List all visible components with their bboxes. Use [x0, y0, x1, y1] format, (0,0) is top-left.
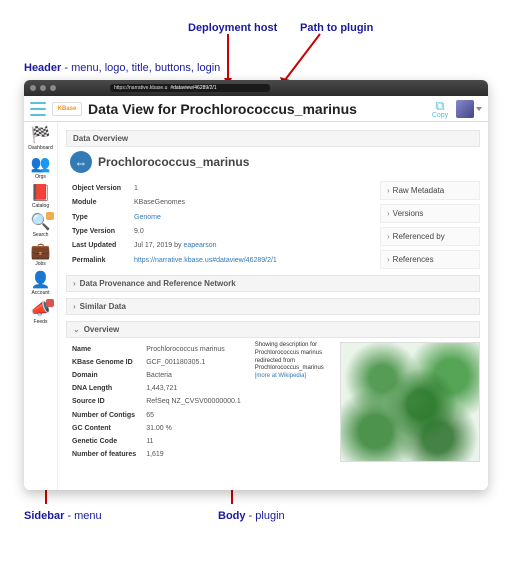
table-row: TypeGenome — [68, 212, 372, 224]
chevron-right-icon: › — [73, 279, 76, 288]
chevron-right-icon: › — [387, 186, 390, 195]
expand-versions[interactable]: ›Versions — [380, 204, 480, 223]
panel-provenance[interactable]: ›Data Provenance and Reference Network — [66, 275, 480, 292]
browser-window: https://narrative.kbase.u #dataview/4628… — [24, 80, 488, 490]
table-row: Object Version1 — [68, 183, 372, 195]
app-header: KBase Data View for Prochlorococcus_mari… — [24, 96, 488, 122]
annot-path-to-plugin: Path to plugin — [300, 22, 373, 34]
orgs-icon: 👥 — [31, 157, 51, 173]
account-icon: 👤 — [31, 273, 51, 289]
dashboard-icon: 🏁 — [31, 128, 51, 144]
annot-header: Header - menu, logo, title, buttons, log… — [24, 62, 220, 74]
chevron-right-icon: › — [387, 255, 390, 264]
jobs-icon: 💼 — [31, 244, 51, 260]
table-row: Source IDRefSeq NZ_CVSV00000000.1 — [68, 396, 245, 407]
table-row: GC Content31.00 % — [68, 423, 245, 434]
table-row: DNA Length1,443,721 — [68, 383, 245, 394]
page-title: Data View for Prochlorococcus_marinus — [88, 101, 430, 117]
sidebar: 🏁Dashboard 👥Orgs 📕Catalog 🔍Search 💼Jobs … — [24, 122, 58, 490]
avatar[interactable] — [456, 100, 474, 118]
table-row: Permalinkhttps://narrative.kbase.us#data… — [68, 255, 372, 267]
sidebar-item-feeds[interactable]: 📣Feeds — [24, 302, 57, 325]
expand-referenced-by[interactable]: ›Referenced by — [380, 227, 480, 246]
feeds-badge — [46, 299, 54, 307]
table-row: Number of Contigs65 — [68, 410, 245, 421]
sidebar-item-account[interactable]: 👤Account — [24, 273, 57, 296]
panel-overview[interactable]: ⌄Overview — [66, 321, 480, 338]
panel-data-overview[interactable]: Data Overview — [66, 130, 480, 147]
chevron-right-icon: › — [387, 232, 390, 241]
permalink[interactable]: https://narrative.kbase.us#dataview/4628… — [134, 257, 277, 264]
chevron-down-icon: ⌄ — [73, 325, 80, 334]
catalog-icon: 📕 — [31, 186, 51, 202]
copy-button[interactable]: ⧉ Copy — [430, 99, 450, 119]
meta-table: Object Version1 ModuleKBaseGenomes TypeG… — [66, 181, 374, 269]
search-badge — [46, 212, 54, 220]
table-row: NameProchlorococcus marinus — [68, 344, 245, 355]
user-link[interactable]: eapearson — [183, 242, 216, 249]
object-name: Prochlorococcus_marinus — [98, 155, 249, 169]
table-row: Genetic Code11 — [68, 436, 245, 447]
type-link[interactable]: Genome — [134, 214, 161, 221]
expand-raw-metadata[interactable]: ›Raw Metadata — [380, 181, 480, 200]
sidebar-item-jobs[interactable]: 💼Jobs — [24, 244, 57, 267]
address-bar[interactable]: https://narrative.kbase.u #dataview/4628… — [110, 84, 270, 92]
annot-body: Body - plugin — [218, 510, 285, 522]
table-row: Last UpdatedJul 17, 2019 by eapearson — [68, 240, 372, 252]
table-row: Number of features1,619 — [68, 449, 245, 460]
copy-icon: ⧉ — [435, 99, 444, 112]
sidebar-item-orgs[interactable]: 👥Orgs — [24, 157, 57, 180]
object-type-icon: ⇔ — [70, 151, 92, 173]
address-path: #dataview/46289/2/1 — [170, 85, 216, 91]
browser-chrome-bar: https://narrative.kbase.u #dataview/4628… — [24, 80, 488, 96]
overview-table: NameProchlorococcus marinus KBase Genome… — [66, 342, 247, 462]
organism-image — [340, 342, 480, 462]
sidebar-item-search[interactable]: 🔍Search — [24, 215, 57, 238]
table-row: KBase Genome IDGCF_001180305.1 — [68, 357, 245, 368]
sidebar-item-dashboard[interactable]: 🏁Dashboard — [24, 128, 57, 151]
logo-icon[interactable]: KBase — [52, 102, 82, 116]
annot-sidebar: Sidebar - menu — [24, 510, 102, 522]
panel-similar-data[interactable]: ›Similar Data — [66, 298, 480, 315]
main-body: Data Overview ⇔ Prochlorococcus_marinus … — [58, 122, 488, 490]
table-row: Type Version9.0 — [68, 226, 372, 238]
chevron-right-icon: › — [387, 209, 390, 218]
annot-deploy-host: Deployment host — [188, 22, 277, 34]
avatar-menu-caret[interactable] — [476, 107, 482, 111]
table-row: ModuleKBaseGenomes — [68, 197, 372, 209]
address-host: https://narrative.kbase.u — [114, 85, 167, 91]
wikipedia-desc: Showing description for Prochlorococcus … — [255, 342, 332, 381]
menu-button[interactable] — [30, 102, 46, 116]
chevron-right-icon: › — [73, 302, 76, 311]
expand-references[interactable]: ›References — [380, 250, 480, 269]
wikipedia-link[interactable]: [more at Wikipedia] — [255, 373, 332, 381]
table-row: DomainBacteria — [68, 370, 245, 381]
sidebar-item-catalog[interactable]: 📕Catalog — [24, 186, 57, 209]
